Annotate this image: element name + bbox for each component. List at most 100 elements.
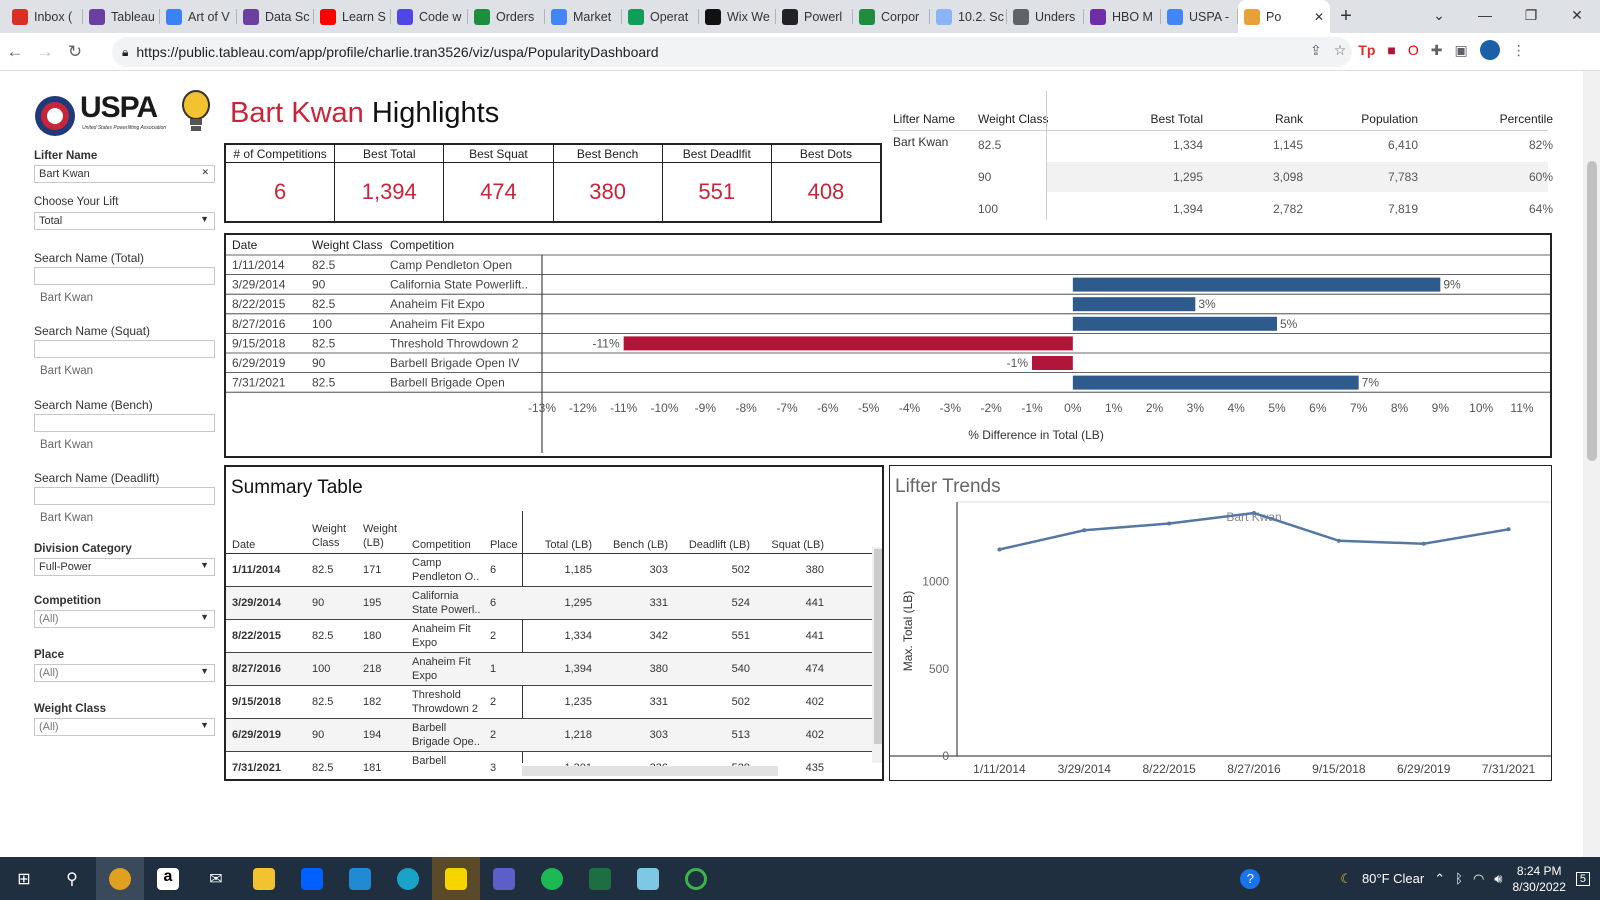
url-text[interactable]: https://public.tableau.com/app/profile/c…: [136, 44, 658, 60]
page-scroll-thumb[interactable]: [1587, 161, 1597, 461]
clear-icon[interactable]: ✕: [201, 167, 209, 178]
percent-bar[interactable]: [623, 336, 1073, 351]
extension-tp-icon[interactable]: Tp: [1358, 42, 1375, 58]
close-tab-icon[interactable]: ✕: [1314, 10, 1324, 24]
minimize-icon[interactable]: —: [1462, 0, 1508, 33]
kpi-card: # of Competitions 6: [226, 145, 336, 221]
summary-cell: 1: [490, 663, 497, 675]
division-dropdown[interactable]: Full-Power ▼: [34, 558, 215, 576]
reload-icon[interactable]: ↻: [60, 42, 90, 62]
share-icon[interactable]: ⇪: [1310, 42, 1322, 59]
summary-scroll-thumb[interactable]: [874, 549, 882, 744]
url-bar[interactable]: 🔒︎ https://public.tableau.com/app/profil…: [112, 37, 1352, 67]
search-icon[interactable]: ⚲: [48, 857, 96, 900]
tab-search-icon[interactable]: ⌄: [1416, 0, 1462, 33]
lifter-name-input[interactable]: Bart Kwan ✕: [34, 165, 215, 183]
place-dropdown[interactable]: (All) ▼: [34, 664, 215, 682]
trend-point[interactable]: [1167, 521, 1172, 526]
volume-icon[interactable]: 🔊︎: [1494, 871, 1502, 887]
percent-bar[interactable]: [1072, 297, 1196, 312]
notification-icon[interactable]: 5: [1575, 871, 1590, 886]
clock[interactable]: 8:24 PM 8/30/2022: [1512, 863, 1565, 895]
percent-bar[interactable]: [1072, 375, 1359, 390]
trend-point[interactable]: [1082, 528, 1087, 533]
search-bench-result[interactable]: Bart Kwan: [40, 439, 93, 451]
summary-header: Total (LB): [544, 539, 592, 551]
browser-tab[interactable]: Unders: [1007, 0, 1084, 33]
percent-bar[interactable]: [1032, 356, 1073, 370]
new-tab-icon[interactable]: +: [1330, 5, 1362, 28]
weight-class-dropdown[interactable]: (All) ▼: [34, 718, 215, 736]
weather-text[interactable]: 80°F Clear: [1362, 871, 1424, 886]
loading-app-icon[interactable]: [672, 857, 720, 900]
extension-badge-icon[interactable]: ■: [1387, 42, 1395, 58]
menu-icon[interactable]: ⋮: [1512, 42, 1526, 59]
search-deadlift-result[interactable]: Bart Kwan: [40, 512, 93, 524]
search-total-label: Search Name (Total): [34, 251, 145, 265]
percent-bar[interactable]: [1072, 277, 1441, 292]
browser-tab[interactable]: HBO M: [1084, 0, 1161, 33]
edge-icon[interactable]: [384, 857, 432, 900]
dashboard-title: Bart Kwan Highlights: [230, 97, 499, 130]
search-total-result[interactable]: Bart Kwan: [40, 292, 93, 304]
puzzle-icon[interactable]: ✚: [1431, 42, 1443, 59]
browser-tab[interactable]: Market: [545, 0, 622, 33]
tray-chevron-icon[interactable]: ⌃: [1434, 871, 1445, 887]
forward-icon[interactable]: →: [30, 42, 60, 62]
profile-avatar[interactable]: [1479, 40, 1500, 60]
trend-point[interactable]: [1252, 511, 1256, 516]
opera-icon[interactable]: O: [1408, 42, 1419, 58]
back-icon[interactable]: ←: [0, 42, 30, 62]
trend-point[interactable]: [997, 547, 1002, 552]
browser-tab[interactable]: Po ✕: [1238, 0, 1330, 33]
snowflake-app-icon[interactable]: [624, 857, 672, 900]
browser-tab[interactable]: Art of V: [160, 0, 237, 33]
wifi-icon[interactable]: ◠: [1473, 871, 1484, 887]
sidepanel-icon[interactable]: ▣: [1455, 42, 1468, 59]
browser-tab[interactable]: Tableau: [83, 0, 160, 33]
browser-tab[interactable]: Learn S: [314, 0, 391, 33]
trend-point[interactable]: [1506, 527, 1511, 532]
browser-tab[interactable]: Operat: [622, 0, 699, 33]
browser-tab[interactable]: Wix We: [699, 0, 776, 33]
browser-tab[interactable]: Inbox (: [6, 0, 83, 33]
dropbox-icon[interactable]: [288, 857, 336, 900]
amazon-icon[interactable]: a: [144, 857, 192, 900]
rank-table-header: Population: [1361, 112, 1418, 126]
search-squat-input[interactable]: [34, 340, 215, 358]
chrome-taskbar-icon[interactable]: [96, 857, 144, 900]
percent-bar[interactable]: [1072, 316, 1277, 331]
page-scrollbar[interactable]: [1583, 71, 1600, 857]
browser-tab[interactable]: Orders: [468, 0, 545, 33]
browser-tab[interactable]: Code w: [391, 0, 468, 33]
help-icon[interactable]: ?: [1240, 868, 1261, 889]
competition-dropdown[interactable]: (All) ▼: [34, 610, 215, 628]
browser-tab[interactable]: USPA -: [1161, 0, 1238, 33]
search-bench-input[interactable]: [34, 414, 215, 432]
choose-lift-dropdown[interactable]: Total ▼: [34, 212, 215, 230]
windows-start-icon[interactable]: ⊞: [0, 857, 48, 900]
dropdown-arrow-icon: ▼: [200, 612, 209, 622]
teams-icon[interactable]: [480, 857, 528, 900]
search-squat-result[interactable]: Bart Kwan: [40, 365, 93, 377]
sticky-notes-icon[interactable]: [432, 857, 480, 900]
bluetooth-icon[interactable]: ᛒ: [1455, 871, 1463, 886]
mail-icon[interactable]: ✉: [192, 857, 240, 900]
browser-tab[interactable]: Data Sc: [237, 0, 314, 33]
browser-tab[interactable]: Corpor: [853, 0, 930, 33]
star-icon[interactable]: ☆: [1334, 42, 1347, 59]
search-total-input[interactable]: [34, 267, 215, 285]
file-explorer-icon[interactable]: [240, 857, 288, 900]
browser-tab[interactable]: Powerl: [776, 0, 853, 33]
close-window-icon[interactable]: ✕: [1554, 0, 1600, 33]
restore-icon[interactable]: ❐: [1508, 0, 1554, 33]
trend-point[interactable]: [1336, 538, 1341, 543]
search-deadlift-input[interactable]: [34, 487, 215, 505]
spotify-icon[interactable]: [528, 857, 576, 900]
trend-point[interactable]: [1421, 541, 1426, 546]
summary-scrollbar[interactable]: [872, 547, 882, 763]
excel-icon[interactable]: [576, 857, 624, 900]
summary-hscroll-thumb[interactable]: [522, 766, 778, 776]
browser-tab[interactable]: 10.2. Sc: [930, 0, 1007, 33]
vscode-icon[interactable]: [336, 857, 384, 900]
